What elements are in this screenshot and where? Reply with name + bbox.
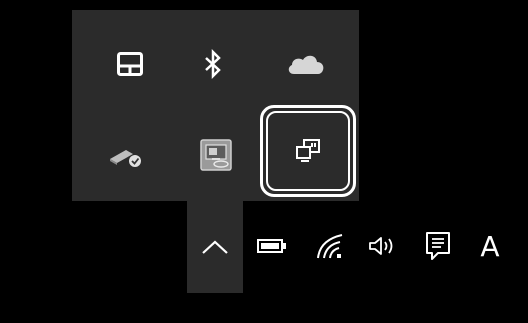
intel-graphics-icon[interactable]	[188, 127, 244, 183]
input-method-indicator[interactable]: A	[470, 226, 510, 266]
action-center-icon[interactable]	[418, 226, 458, 266]
chevron-up-icon	[201, 239, 229, 260]
bluetooth-icon[interactable]	[185, 36, 241, 92]
touchpad-icon[interactable]	[102, 36, 158, 92]
show-hidden-icons-button[interactable]	[187, 201, 243, 293]
highlight-ring	[260, 105, 356, 197]
onedrive-icon[interactable]	[278, 36, 334, 92]
wifi-icon[interactable]	[310, 226, 350, 266]
volume-icon[interactable]	[364, 226, 404, 266]
usb-safely-remove-icon[interactable]	[98, 127, 154, 183]
battery-icon[interactable]	[252, 226, 292, 266]
